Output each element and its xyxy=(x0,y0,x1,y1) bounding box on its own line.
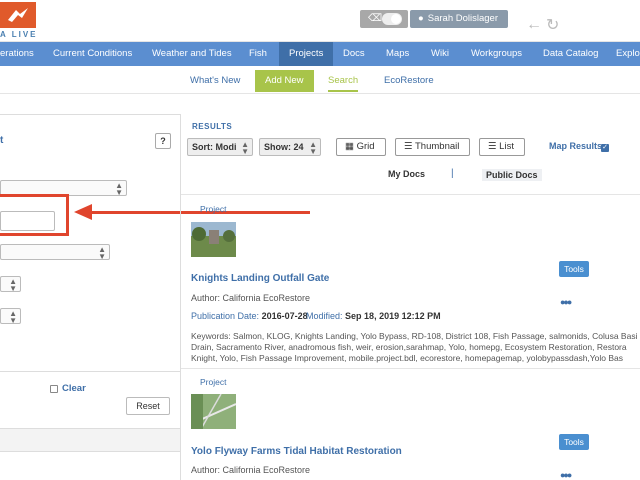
map-results-checkbox[interactable]: ✓ xyxy=(601,144,609,152)
grid-view-button[interactable]: ▦ Grid xyxy=(336,138,386,156)
filter-select-3[interactable]: ▲ ▼ xyxy=(0,276,21,293)
nav-item-data-catalog[interactable]: Data Catalog xyxy=(543,42,598,66)
panel-divider xyxy=(0,371,180,372)
filter-select-2[interactable]: ▲ ▼ xyxy=(0,244,110,261)
reset-button[interactable]: Reset xyxy=(126,397,170,415)
card-type-label: Project xyxy=(200,377,227,387)
nav-item-weather-and-tides[interactable]: Weather and Tides xyxy=(152,42,232,66)
bird-logo-icon xyxy=(8,8,28,22)
nav-item-projects[interactable]: Projects xyxy=(279,42,334,66)
subnav-add-new[interactable]: Add New xyxy=(255,70,314,92)
sub-nav: What's New Add New Search EcoRestore xyxy=(0,66,640,94)
sort-select-value: Sort: Modi xyxy=(192,142,237,152)
select-caret-icon: ▲ ▼ xyxy=(115,181,123,197)
nav-item-maps[interactable]: Maps xyxy=(386,42,409,66)
panel-divider xyxy=(0,114,180,115)
clear-checkbox[interactable] xyxy=(50,385,58,393)
tools-button[interactable]: Tools xyxy=(559,261,589,277)
logo[interactable] xyxy=(0,2,36,28)
thumbnail-photo xyxy=(191,222,236,257)
user-menu-button[interactable]: ● Sarah Dolislager xyxy=(410,10,508,28)
card-keywords-line: Keywords: Salmon, KLOG, Knights Landing,… xyxy=(191,331,638,341)
results-divider xyxy=(181,368,640,369)
modified-label: Modified: xyxy=(306,311,343,321)
left-panel-footer xyxy=(0,428,180,452)
card-thumbnail[interactable] xyxy=(191,222,236,257)
nav-item-fish[interactable]: Fish xyxy=(249,42,267,66)
thumbnail-photo xyxy=(191,394,236,429)
filter-select-4[interactable]: ▲ ▼ xyxy=(0,308,21,325)
group-users-icon[interactable]: ●●● xyxy=(560,297,572,307)
grid-icon: ▦ xyxy=(345,141,354,152)
map-results-label: Map Results xyxy=(549,141,603,151)
card-author: Author: California EcoRestore xyxy=(191,465,311,475)
clear-link[interactable]: Clear xyxy=(62,383,86,394)
card-thumbnail[interactable] xyxy=(191,394,236,429)
thumbnail-view-button[interactable]: ☰ Thumbnail xyxy=(395,138,470,156)
show-count-value: Show: 24 xyxy=(264,142,304,152)
select-caret-icon: ▲ ▼ xyxy=(9,309,17,325)
results-divider xyxy=(181,194,640,195)
user-name: Sarah Dolislager xyxy=(427,13,498,24)
modified-value: Sep 18, 2019 12:12 PM xyxy=(345,311,441,321)
tab-public-docs[interactable]: Public Docs xyxy=(482,169,542,181)
nav-item-operations[interactable]: erations xyxy=(0,42,34,66)
nav-item-current-conditions[interactable]: Current Conditions xyxy=(53,42,132,66)
nav-item-wiki[interactable]: Wiki xyxy=(431,42,449,66)
subnav-ecorestore[interactable]: EcoRestore xyxy=(384,70,434,92)
logo-text: A LIVE xyxy=(0,30,38,39)
list-view-button[interactable]: ☰ List xyxy=(479,138,525,156)
reload-icon[interactable]: ↻ xyxy=(546,15,559,35)
thumbnail-view-label: Thumbnail xyxy=(415,141,460,152)
select-caret-icon: ▲ ▼ xyxy=(98,245,106,261)
cart-toggle-button[interactable]: ⌫ xyxy=(360,10,408,28)
card-publication-date: Publication Date: 2016-07-28 xyxy=(191,311,308,321)
subnav-whats-new[interactable]: What's New xyxy=(190,70,240,92)
card-modified-date: Modified: Sep 18, 2019 12:12 PM xyxy=(306,311,441,321)
results-heading: RESULTS xyxy=(192,122,233,131)
search-panel-title: t xyxy=(0,135,4,146)
list-icon: ☰ xyxy=(488,141,497,152)
pub-date-value: 2016-07-28 xyxy=(261,311,308,321)
thumbnail-list-icon: ☰ xyxy=(404,141,413,152)
subnav-search[interactable]: Search xyxy=(328,70,359,92)
tab-my-docs[interactable]: My Docs xyxy=(388,169,425,179)
select-caret-icon: ▲ ▼ xyxy=(241,140,249,156)
pub-date-label: Publication Date: xyxy=(191,311,260,321)
vertical-divider xyxy=(180,114,181,480)
app-header: A LIVE ⌫ ● Sarah Dolislager ← ↻ xyxy=(0,0,640,42)
sort-select[interactable]: Sort: Modi ▲ ▼ xyxy=(187,138,253,156)
annotation-highlight-box xyxy=(0,194,69,236)
nav-item-docs[interactable]: Docs xyxy=(343,42,365,66)
nav-item-explore[interactable]: Explo xyxy=(616,42,640,66)
card-author: Author: California EcoRestore xyxy=(191,293,311,303)
show-count-select[interactable]: Show: 24 ▲ ▼ xyxy=(259,138,321,156)
list-view-label: List xyxy=(499,141,514,152)
tab-separator: | xyxy=(451,168,454,179)
user-icon: ● xyxy=(418,13,424,24)
tools-button[interactable]: Tools xyxy=(559,434,589,450)
select-caret-icon: ▲ ▼ xyxy=(309,140,317,156)
main-nav: erations Current Conditions Weather and … xyxy=(0,42,640,66)
card-keywords-line: Drain, Sacramento River, anadromous fish… xyxy=(191,342,627,352)
card-type-label: Project xyxy=(200,204,227,214)
basket-icon: ⌫ xyxy=(368,13,383,24)
back-arrow-icon[interactable]: ← xyxy=(526,16,542,34)
select-caret-icon: ▲ ▼ xyxy=(9,277,17,293)
grid-view-label: Grid xyxy=(356,141,375,152)
help-button[interactable]: ? xyxy=(155,133,171,149)
nav-item-workgroups[interactable]: Workgroups xyxy=(471,42,522,66)
card-keywords-line: Knight, Yolo, Fish Passage Improvement, … xyxy=(191,353,624,363)
group-users-icon[interactable]: ●●● xyxy=(560,470,572,480)
card-title-link[interactable]: Yolo Flyway Farms Tidal Habitat Restorat… xyxy=(191,446,402,457)
card-title-link[interactable]: Knights Landing Outfall Gate xyxy=(191,273,329,284)
cart-toggle-switch[interactable] xyxy=(382,13,402,25)
